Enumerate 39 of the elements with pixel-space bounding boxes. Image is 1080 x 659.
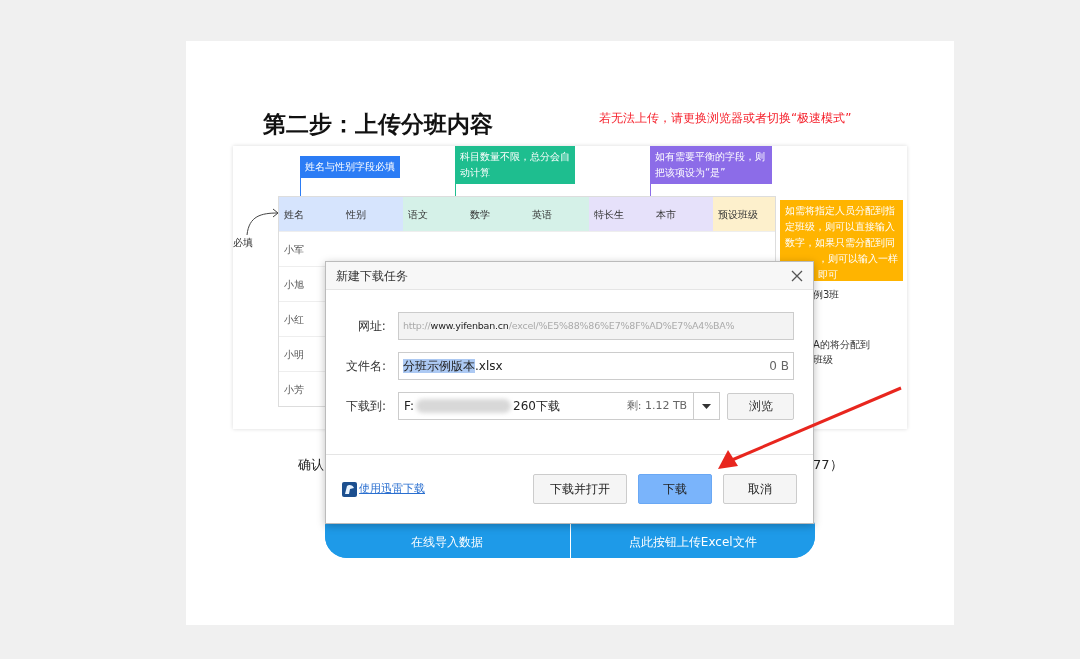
field-label: 下载到: xyxy=(346,398,386,415)
note-text: 班级 xyxy=(813,353,833,367)
column-header: 姓名 xyxy=(279,197,341,231)
column-header: 英语 xyxy=(527,197,589,231)
column-header: 预设班级 xyxy=(713,197,775,231)
column-header: 特长生 xyxy=(589,197,651,231)
column-header: 性别 xyxy=(341,197,403,231)
callout-note: 如需将指定人员分配到指 定班级，则可以直接输入 数字，如果只需分配到同 ，则可以输入一样 即可 xyxy=(780,200,903,281)
browse-button[interactable]: 浏览 xyxy=(727,392,794,420)
table-cell-text: 小芳 xyxy=(284,382,304,397)
required-label: 必填 xyxy=(233,236,253,250)
url-field[interactable]: http://www.yifenban.cn/excel/%E5%88%86%E7%8F%AD%E7%A4%BA% xyxy=(397,312,794,340)
destination-field[interactable]: F: 260下载 剩: 1.12 TB xyxy=(398,392,721,420)
caret-icon xyxy=(702,403,712,409)
upload-notice: 若无法上传，请更换浏览器或者切换“极速模式” xyxy=(599,110,852,127)
confirm-text: 确认 xyxy=(298,456,324,474)
thunder-link[interactable]: 使用迅雷下载 xyxy=(359,480,425,498)
table-cell-text: 小军 xyxy=(284,242,304,257)
callout-note: 科目数量不限，总分会自 动计算 xyxy=(455,146,575,184)
bird-icon xyxy=(342,481,357,497)
table-cell-text: 小红 xyxy=(284,312,304,327)
field-label: 文件名: xyxy=(346,358,386,375)
table-cell-text: 小明 xyxy=(284,347,304,362)
note-text: 例3班 xyxy=(813,288,840,302)
dialog-button[interactable]: 下载并打开 xyxy=(533,474,627,504)
column-header: 数学 xyxy=(465,197,527,231)
dialog-button[interactable]: 取消 xyxy=(723,474,797,504)
column-header: 本市 xyxy=(651,197,713,231)
dialog-button[interactable]: 下载 xyxy=(638,474,712,504)
table-cell-text: 小旭 xyxy=(284,277,304,292)
callout-note: 姓名与性别字段必填 xyxy=(300,156,400,178)
column-header: 语文 xyxy=(403,197,465,231)
step-heading: 第二步：上传分班内容 xyxy=(263,110,493,139)
callout-note: 如有需要平衡的字段，则 把该项设为“是” xyxy=(650,146,772,184)
field-label: 网址: xyxy=(356,318,386,335)
confirm-text: 77） xyxy=(813,456,843,474)
close-icon[interactable] xyxy=(791,269,803,282)
dialog-title: 新建下载任务 xyxy=(336,267,408,285)
filename-field[interactable]: 分班示例版本.xlsx 0 B xyxy=(398,352,794,380)
